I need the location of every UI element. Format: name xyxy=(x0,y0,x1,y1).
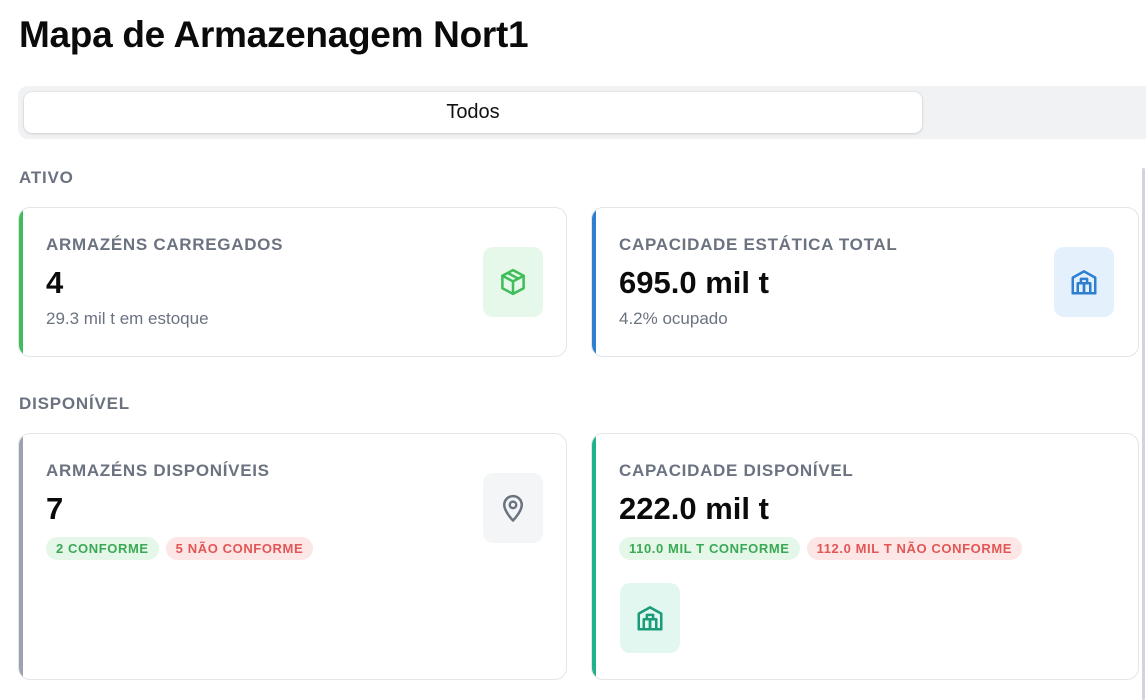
card-subtitle: 29.3 mil t em estoque xyxy=(46,309,209,328)
card-value: 695.0 mil t xyxy=(619,265,769,300)
badge-conforme: 2 CONFORME xyxy=(46,537,159,560)
warehouse-icon xyxy=(1054,247,1114,317)
package-icon xyxy=(483,247,543,317)
card-label: ARMAZÉNS CARREGADOS xyxy=(46,235,284,254)
card-label: CAPACIDADE DISPONÍVEL xyxy=(619,461,854,480)
card-label: ARMAZÉNS DISPONÍVEIS xyxy=(46,461,270,480)
card-armazens-disponiveis: ARMAZÉNS DISPONÍVEIS 7 2 CONFORME 5 NÃO … xyxy=(18,433,567,680)
filter-segmented-control: Todos xyxy=(18,86,1146,139)
badge-nao-conforme: 112.0 MIL T NÃO CONFORME xyxy=(806,537,1023,560)
scrollbar[interactable] xyxy=(1142,168,1145,700)
card-value: 7 xyxy=(46,491,64,526)
card-capacidade-estatica-total: CAPACIDADE ESTÁTICA TOTAL 695.0 mil t 4.… xyxy=(591,207,1139,357)
section-label-disponivel: DISPONÍVEL xyxy=(19,394,130,413)
badge-group: 110.0 MIL T CONFORME 112.0 MIL T NÃO CON… xyxy=(619,537,1023,560)
card-label: CAPACIDADE ESTÁTICA TOTAL xyxy=(619,235,898,254)
tab-todos[interactable]: Todos xyxy=(24,92,922,133)
card-subtitle: 4.2% ocupado xyxy=(619,309,728,328)
badge-conforme: 110.0 MIL T CONFORME xyxy=(619,537,800,560)
page-title: Mapa de Armazenagem Nort1 xyxy=(19,14,529,55)
card-armazens-carregados: ARMAZÉNS CARREGADOS 4 29.3 mil t em esto… xyxy=(18,207,567,357)
section-label-ativo: ATIVO xyxy=(19,168,74,187)
badge-group: 2 CONFORME 5 NÃO CONFORME xyxy=(46,537,314,560)
badge-nao-conforme: 5 NÃO CONFORME xyxy=(165,537,314,560)
map-pin-icon xyxy=(483,473,543,543)
warehouse-icon xyxy=(620,583,680,653)
card-capacidade-disponivel: CAPACIDADE DISPONÍVEL 222.0 mil t 110.0 … xyxy=(591,433,1139,680)
card-value: 222.0 mil t xyxy=(619,491,769,526)
card-value: 4 xyxy=(46,265,64,300)
